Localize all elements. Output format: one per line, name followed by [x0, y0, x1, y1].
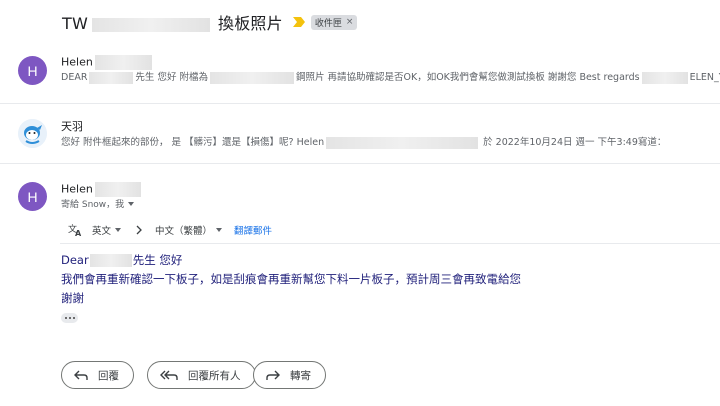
- subject-row: TW 換板照片 收件匣 ×: [62, 10, 358, 34]
- sender-name[interactable]: Helen: [61, 182, 141, 197]
- reply-all-icon: [160, 370, 178, 380]
- translate-message-link[interactable]: 翻譯郵件: [234, 223, 272, 237]
- redacted-block: [209, 71, 294, 84]
- message-divider: [0, 163, 720, 164]
- message-divider: [0, 103, 720, 104]
- dot: [72, 317, 75, 319]
- reply-button[interactable]: 回覆: [61, 361, 134, 389]
- inbox-label-chip[interactable]: 收件匣 ×: [310, 14, 358, 30]
- dot: [64, 317, 67, 319]
- translate-bar-divider: [60, 243, 720, 244]
- recipients-line[interactable]: 寄給 Snow，我: [61, 197, 135, 210]
- redacted-block: [641, 71, 688, 84]
- redacted-block: [92, 17, 210, 32]
- avatar[interactable]: H: [18, 182, 47, 211]
- reply-icon: [74, 370, 88, 380]
- reply-all-button[interactable]: 回覆所有人: [147, 361, 256, 389]
- chevron-right-icon: [136, 225, 142, 235]
- chevron-down-icon: [216, 228, 223, 232]
- message-snippet[interactable]: 您好 附件框起來的部份， 是 【髒污】還是【損傷】呢? Helen 於 2022…: [61, 134, 720, 149]
- sender-name[interactable]: 天羽: [61, 118, 83, 134]
- chevron-down-icon: [115, 228, 122, 232]
- svg-text:A: A: [75, 229, 82, 237]
- body-greeting: Dear 先生 您好: [61, 253, 183, 267]
- label-remove-icon[interactable]: ×: [346, 17, 354, 27]
- sender-name[interactable]: Helen: [61, 55, 152, 70]
- redacted-block: [89, 71, 134, 84]
- source-language-select[interactable]: 英文: [92, 223, 122, 237]
- message-snippet[interactable]: DEAR 先生 您好 附檔為 鋼照片 再請協助確認是否OK，如OK我們會幫您做測試換…: [61, 69, 720, 84]
- target-language-select[interactable]: 中文（繁體）: [155, 223, 223, 237]
- body-line: 謝謝: [61, 291, 84, 305]
- redacted-block: [94, 55, 152, 70]
- body-line: 我們會再重新確認一下板子，如是刮痕會再重新幫您下料一片板子，預計周三會再致電給您: [61, 272, 521, 286]
- dot: [68, 317, 71, 319]
- show-trimmed-content-button[interactable]: [61, 313, 78, 323]
- avatar[interactable]: [18, 119, 47, 148]
- forward-icon: [266, 370, 280, 380]
- importance-marker-icon[interactable]: [292, 17, 305, 27]
- redacted-block: [89, 254, 132, 267]
- recipients-dropdown-icon[interactable]: [128, 201, 135, 206]
- redacted-block: [326, 136, 479, 149]
- translate-bar: 文 A 英文 中文（繁體） 翻譯郵件: [68, 222, 272, 238]
- avatar[interactable]: H: [18, 56, 47, 85]
- subject-title: TW 換板照片: [62, 14, 283, 33]
- mascot-avatar-icon: [18, 119, 47, 148]
- forward-button[interactable]: 轉寄: [253, 361, 326, 389]
- translate-icon: 文 A: [68, 223, 82, 237]
- redacted-block: [94, 182, 141, 197]
